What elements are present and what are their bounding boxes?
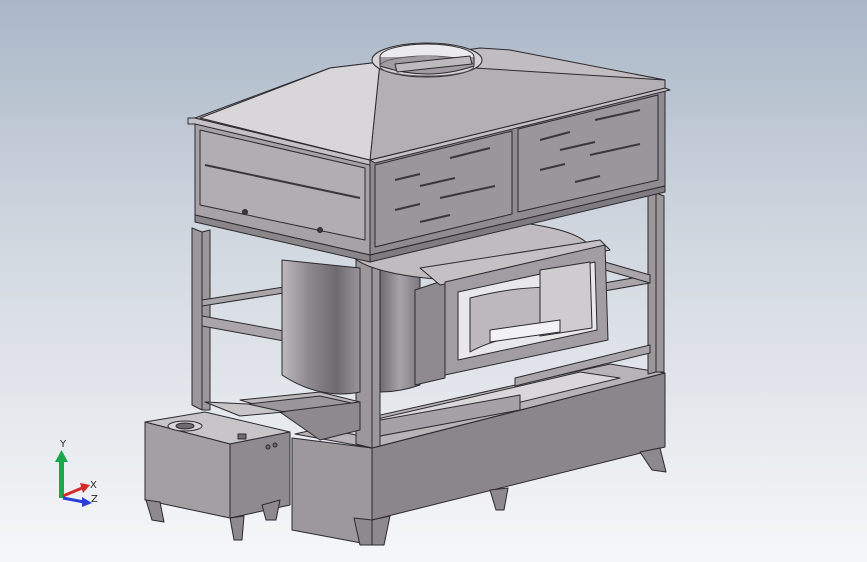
x-axis-label: X bbox=[90, 480, 97, 491]
y-axis-label: Y bbox=[59, 439, 67, 450]
3d-model-view[interactable] bbox=[0, 0, 867, 562]
orientation-triad: Y X Z bbox=[55, 439, 98, 507]
side-box bbox=[144, 411, 291, 541]
cad-viewport[interactable]: Y X Z bbox=[0, 0, 867, 562]
z-axis-arrow bbox=[62, 496, 92, 507]
y-axis-arrow bbox=[55, 450, 68, 498]
z-axis-label: Z bbox=[91, 494, 98, 505]
x-axis-arrow bbox=[62, 483, 90, 498]
